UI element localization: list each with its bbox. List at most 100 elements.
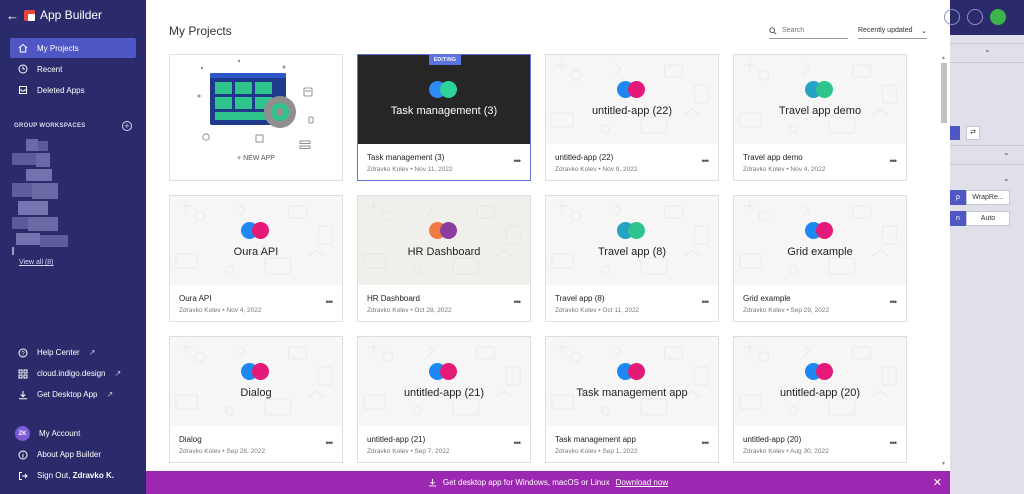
project-owner-date: Zdravko Kolev • Sep 29, 2022 <box>743 307 830 314</box>
play-icon[interactable] <box>990 9 1006 25</box>
logo-circle-right <box>252 363 269 380</box>
divider <box>950 62 1024 63</box>
logo-circle-right <box>816 222 833 239</box>
background-app-panel: ⌄ ⇄ ⌄ ⌄ p WrapRe... n Auto <box>944 0 1024 494</box>
close-icon[interactable]: ✕ <box>933 476 942 489</box>
project-card[interactable]: HR Dashboard HR Dashboard Zdravko Kolev • … <box>357 195 531 322</box>
project-card[interactable]: untitled-app (20) untitled-app (20) Zdravk… <box>733 336 907 463</box>
project-thumbnail[interactable]: untitled-app (20) <box>734 337 906 426</box>
search-box[interactable] <box>769 23 848 39</box>
project-thumbnail[interactable]: EDITING Task management (3) <box>358 55 530 144</box>
scroll-down-icon[interactable]: ▼ <box>941 461 946 467</box>
app-logo-icon <box>617 363 647 381</box>
more-options-icon[interactable]: ••• <box>890 156 898 166</box>
more-options-icon[interactable]: ••• <box>514 438 522 448</box>
help-center-link[interactable]: ? Help Center ↗ <box>18 342 138 363</box>
app-logo-icon <box>241 363 271 381</box>
more-options-icon[interactable]: ••• <box>326 438 334 448</box>
project-meta: Dialog Zdravko Kolev • Sep 28, 2022 <box>179 435 329 455</box>
sidebar-item-deleted-apps[interactable]: Deleted Apps <box>10 80 136 100</box>
chevron-down-icon[interactable]: ⌄ <box>1003 174 1010 183</box>
project-thumbnail[interactable]: Dialog <box>170 337 342 426</box>
view-all-workspaces-link[interactable]: View all (8) <box>19 259 54 266</box>
more-options-icon[interactable]: ••• <box>702 156 710 166</box>
project-name: untitled-app (22) <box>555 153 614 162</box>
more-options-icon[interactable]: ••• <box>514 297 522 307</box>
help-icon: ? <box>18 348 28 357</box>
project-card[interactable]: untitled-app (21) untitled-app (21) Zdravk… <box>357 336 531 463</box>
chevron-down-icon[interactable]: ⌄ <box>1003 148 1010 157</box>
cloud-indigo-link[interactable]: cloud.indigo.design ↗ <box>18 363 138 384</box>
external-link-icon: ↗ <box>106 390 114 399</box>
project-card[interactable]: Travel app demo Travel app demo Zdravko Ko… <box>733 54 907 181</box>
primary-button[interactable] <box>950 126 960 140</box>
swap-icon[interactable]: ⇄ <box>966 126 980 140</box>
banner-text: Get desktop app for Windows, macOS or Li… <box>442 478 610 487</box>
project-thumbnail-title: Task management (3) <box>390 105 498 117</box>
project-card[interactable]: Oura API Oura API Zdravko Kolev • Nov 4, 2… <box>169 195 343 322</box>
divider <box>950 145 1024 146</box>
new-app-illustration-icon <box>197 59 314 149</box>
project-thumbnail[interactable]: untitled-app (22) <box>546 55 718 144</box>
project-thumbnail[interactable]: Task management app <box>546 337 718 426</box>
project-card[interactable]: Grid example Grid example Zdravko Kolev • … <box>733 195 907 322</box>
new-app-card[interactable]: + NEW APP <box>169 54 343 181</box>
sort-dropdown[interactable]: Recently updated ⌄ <box>858 23 927 39</box>
sidebar-item-label: Deleted Apps <box>37 85 85 95</box>
chevron-down-icon: ⌄ <box>921 27 927 35</box>
download-icon <box>19 390 27 399</box>
right-panel-button-wrap[interactable]: WrapRe... <box>966 190 1010 205</box>
project-thumbnail[interactable]: Travel app demo <box>734 55 906 144</box>
more-options-icon[interactable]: ••• <box>890 297 898 307</box>
right-panel-button-n[interactable]: n <box>950 211 966 226</box>
toolbar-circle-icon[interactable] <box>944 9 960 25</box>
project-card[interactable]: Travel app (8) Travel app (8) Zdravko Kole… <box>545 195 719 322</box>
chevron-down-icon[interactable]: ⌄ <box>984 45 991 54</box>
background-pattern-icon <box>551 59 709 134</box>
search-input[interactable] <box>782 27 844 34</box>
sidebar-links: ? Help Center ↗ cloud.indigo.design ↗ Ge… <box>18 342 138 405</box>
project-thumbnail[interactable]: HR Dashboard <box>358 196 530 285</box>
right-panel-button-p[interactable]: p <box>950 190 966 205</box>
add-workspace-icon[interactable]: + <box>122 121 132 131</box>
more-options-icon[interactable]: ••• <box>702 297 710 307</box>
sidebar-item-my-projects[interactable]: My Projects <box>10 38 136 58</box>
project-meta: Travel app demo Zdravko Kolev • Nov 4, 20… <box>743 153 893 173</box>
project-meta: untitled-app (21) Zdravko Kolev • Sep 7, … <box>367 435 517 455</box>
scroll-up-icon[interactable]: ▲ <box>941 55 946 61</box>
project-thumbnail[interactable]: Grid example <box>734 196 906 285</box>
project-thumbnail[interactable]: untitled-app (21) <box>358 337 530 426</box>
share-icon[interactable] <box>967 9 983 25</box>
back-arrow-icon[interactable]: ← <box>6 9 19 22</box>
download-now-link[interactable]: Download now <box>616 478 668 487</box>
my-account-link[interactable]: ZK My Account <box>15 423 138 444</box>
more-options-icon[interactable]: ••• <box>514 156 522 166</box>
more-options-icon[interactable]: ••• <box>326 297 334 307</box>
about-link[interactable]: About App Builder <box>18 444 138 465</box>
brand[interactable]: ← App Builder <box>6 8 102 22</box>
about-label: About App Builder <box>37 450 102 459</box>
blurred-workspace-list <box>12 139 70 255</box>
app-logo-icon <box>429 363 459 381</box>
project-thumbnail[interactable]: Oura API <box>170 196 342 285</box>
project-card[interactable]: Task management app Task management app Zd… <box>545 336 719 463</box>
sign-out-link[interactable]: Sign Out, Zdravko K. <box>18 465 138 486</box>
project-name: Oura API <box>179 294 212 303</box>
app-logo-icon <box>241 222 271 240</box>
project-thumbnail[interactable]: Travel app (8) <box>546 196 718 285</box>
more-options-icon[interactable]: ••• <box>702 438 710 448</box>
get-desktop-app-label: Get Desktop App <box>37 390 98 399</box>
scrollbar[interactable]: ▲ ▼ <box>940 55 948 471</box>
sidebar-item-recent[interactable]: Recent <box>10 59 136 79</box>
project-card[interactable]: untitled-app (22) untitled-app (22) Zdravk… <box>545 54 719 181</box>
project-card[interactable]: Dialog Dialog Zdravko Kolev • Sep 28, 2022… <box>169 336 343 463</box>
scrollbar-thumb[interactable] <box>941 63 947 123</box>
project-owner-date: Zdravko Kolev • Nov 11, 2022 <box>367 166 453 173</box>
more-options-icon[interactable]: ••• <box>890 438 898 448</box>
clock-icon <box>18 64 28 74</box>
right-panel-button-auto[interactable]: Auto <box>966 211 1010 226</box>
project-thumbnail-title: Oura API <box>233 246 279 258</box>
project-owner-date: Zdravko Kolev • Sep 28, 2022 <box>179 448 266 455</box>
project-card[interactable]: EDITING Task management (3) Task managemen… <box>357 54 531 181</box>
get-desktop-app-link[interactable]: Get Desktop App ↗ <box>18 384 138 405</box>
